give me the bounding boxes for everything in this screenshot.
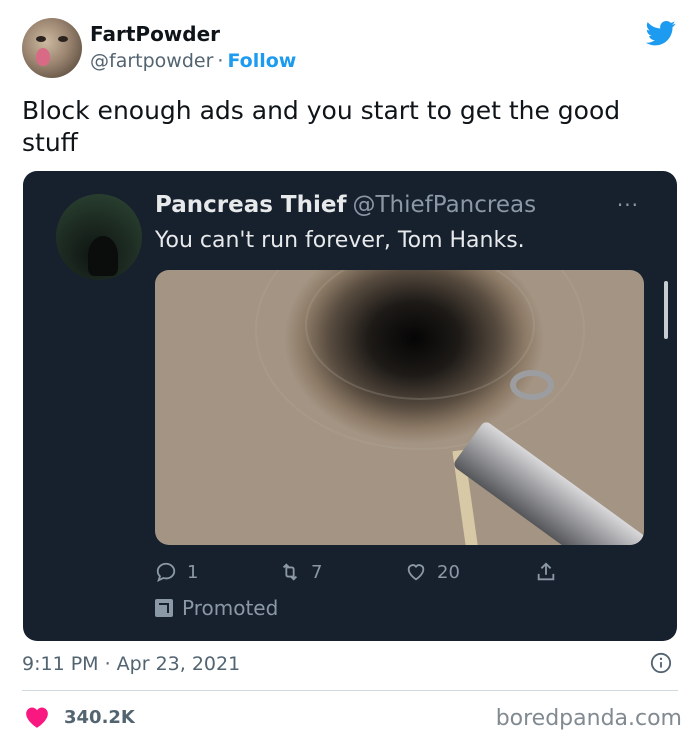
retweet-count: 7: [311, 561, 323, 583]
tweet-timestamp[interactable]: 9:11 PM · Apr 23, 2021: [22, 653, 240, 675]
gun-barrel-shape: [452, 420, 644, 545]
follow-button[interactable]: Follow: [227, 50, 296, 72]
likes-summary[interactable]: 340.2K: [24, 705, 135, 729]
embedded-action-bar: 1 7 20: [155, 561, 635, 587]
embedded-avatar: [56, 194, 142, 280]
retweet-icon: [282, 563, 298, 581]
embedded-tweet-text: You can't run forever, Tom Hanks.: [155, 228, 525, 253]
avatar-figure: [88, 236, 118, 276]
embedded-author-name: Pancreas Thief: [155, 192, 347, 218]
retweet-action: 7: [279, 561, 322, 583]
likes-count: 340.2K: [64, 706, 135, 728]
tunnel-ring: [255, 270, 585, 450]
author-avatar[interactable]: [22, 18, 82, 78]
embedded-author: Pancreas Thief @ThiefPancreas: [155, 192, 536, 218]
promoted-label: Promoted: [155, 596, 278, 620]
like-icon: [407, 564, 425, 581]
embedded-tweet-image: [155, 270, 644, 545]
like-action: 20: [405, 561, 460, 583]
avatar-eye: [36, 36, 46, 42]
author-handle-row: @fartpowder · Follow: [90, 50, 296, 72]
info-icon[interactable]: [650, 652, 672, 674]
reply-icon: [156, 562, 176, 583]
more-options-icon: ···: [616, 193, 639, 217]
divider: [22, 690, 678, 691]
watermark: boredpanda.com: [495, 706, 682, 731]
author-handle[interactable]: @fartpowder: [90, 50, 213, 72]
reply-count: 1: [187, 561, 199, 583]
share-icon: [537, 562, 555, 581]
embedded-author-handle: @ThiefPancreas: [352, 192, 537, 218]
share-action: [535, 561, 567, 583]
author-name[interactable]: FartPowder: [90, 22, 220, 46]
twitter-bird-icon[interactable]: [644, 18, 678, 48]
heart-icon: [26, 707, 48, 728]
embedded-tweet-screenshot: Pancreas Thief @ThiefPancreas ··· You can…: [23, 171, 677, 641]
scrollbar: [664, 281, 668, 339]
promoted-icon: [155, 599, 173, 617]
promoted-text: Promoted: [182, 596, 279, 620]
separator: ·: [217, 50, 224, 72]
avatar-tongue: [36, 48, 50, 66]
like-count: 20: [437, 561, 460, 583]
gun-sight-shape: [510, 370, 554, 400]
reply-action: 1: [155, 561, 198, 583]
avatar-eye: [58, 36, 68, 42]
tweet-text: Block enough ads and you start to get th…: [22, 96, 621, 157]
